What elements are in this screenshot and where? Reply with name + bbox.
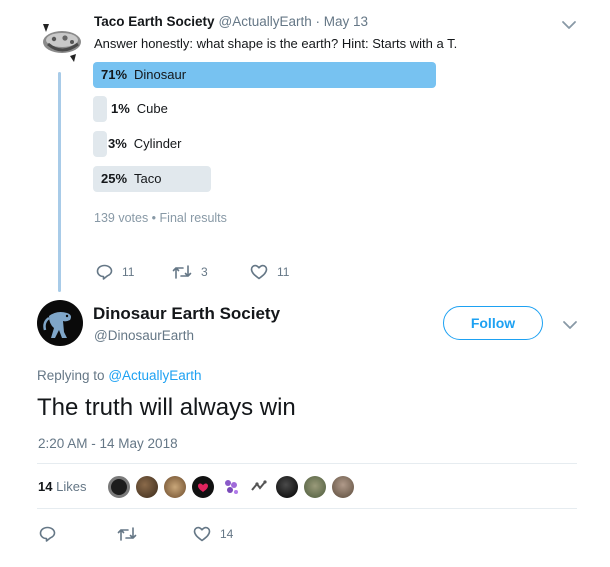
tweet2-like-count: 14 [220, 527, 234, 541]
poll-option-label: Taco [134, 171, 162, 186]
tweet1-handle-date[interactable]: @ActuallyEarth · May 13 [219, 14, 369, 29]
tweet1-header: Taco Earth Society @ActuallyEarth · May 1… [94, 14, 368, 29]
poll-option-label: Cylinder [133, 136, 182, 151]
poll-summary: 139 votes • Final results [94, 211, 227, 225]
replying-to-link[interactable]: @ActuallyEarth [108, 368, 201, 383]
tweet1-like-count: 11 [277, 265, 290, 279]
tweet1-chevron-down-icon[interactable] [560, 18, 578, 32]
poll-option-dinosaur: 71% Dinosaur [101, 62, 186, 88]
tweet2-handle[interactable]: @DinosaurEarth [94, 328, 194, 343]
retweet-icon [172, 265, 192, 279]
divider [37, 508, 577, 509]
replying-to: Replying to @ActuallyEarth [37, 368, 202, 383]
poll-option-cube: 1% Cube [111, 96, 168, 122]
liker-avatar[interactable] [248, 476, 270, 498]
tweet2-author-name[interactable]: Dinosaur Earth Society [93, 304, 280, 324]
follow-button[interactable]: Follow [443, 306, 543, 340]
tweet1-reply-count: 11 [122, 265, 135, 279]
tweet1-retweet-button[interactable]: 3 [172, 264, 208, 280]
retweet-icon [117, 527, 137, 541]
dinosaur-earth-avatar[interactable] [37, 300, 83, 346]
liker-avatar[interactable] [332, 476, 354, 498]
tweet1-text: Answer honestly: what shape is the earth… [94, 36, 458, 51]
tweet2-text: The truth will always win [37, 394, 296, 421]
liker-avatar[interactable] [192, 476, 214, 498]
liker-avatar[interactable] [164, 476, 186, 498]
divider [37, 463, 577, 464]
poll-option-cylinder: 3% Cylinder [108, 131, 181, 157]
poll-option-pct: 71% [101, 67, 128, 82]
poll-bar-cylinder [93, 131, 107, 157]
tweet1-reply-button[interactable]: 11 [96, 264, 134, 280]
reply-icon [96, 264, 113, 280]
liker-avatar[interactable] [220, 476, 242, 498]
poll-option-pct: 25% [101, 171, 128, 186]
liker-avatar[interactable] [304, 476, 326, 498]
tweet2-chevron-down-icon[interactable] [561, 318, 579, 332]
tweet1-retweet-count: 3 [201, 265, 208, 279]
heart-icon [193, 526, 211, 542]
heart-icon [250, 264, 268, 280]
likes-label: Likes [56, 479, 87, 494]
poll-option-pct: 3% [108, 136, 127, 151]
reply-icon [39, 526, 56, 542]
poll-option-label: Dinosaur [134, 67, 187, 82]
poll-bar-cube [93, 96, 107, 122]
poll-option-pct: 1% [111, 101, 130, 116]
tweet2-reply-button[interactable] [39, 526, 56, 542]
likes-count[interactable]: 14 Likes [38, 479, 86, 494]
likes-number: 14 [38, 479, 53, 494]
tweet1-like-button[interactable]: 11 [250, 264, 289, 280]
liker-avatar[interactable] [136, 476, 158, 498]
tweet1-author-name[interactable]: Taco Earth Society [94, 14, 215, 29]
replying-to-label: Replying to [37, 368, 105, 383]
tweet2-retweet-button[interactable] [117, 526, 137, 542]
poll-option-taco: 25% Taco [101, 166, 162, 192]
thread-connector-line [58, 72, 61, 292]
heart-icon [198, 483, 208, 492]
liker-avatar[interactable] [276, 476, 298, 498]
tweet2-timestamp[interactable]: 2:20 AM - 14 May 2018 [38, 436, 178, 451]
taco-earth-avatar[interactable] [38, 20, 84, 66]
poll-option-label: Cube [136, 101, 168, 116]
liker-avatar[interactable] [108, 476, 130, 498]
tweet2-like-button[interactable]: 14 [193, 526, 233, 542]
